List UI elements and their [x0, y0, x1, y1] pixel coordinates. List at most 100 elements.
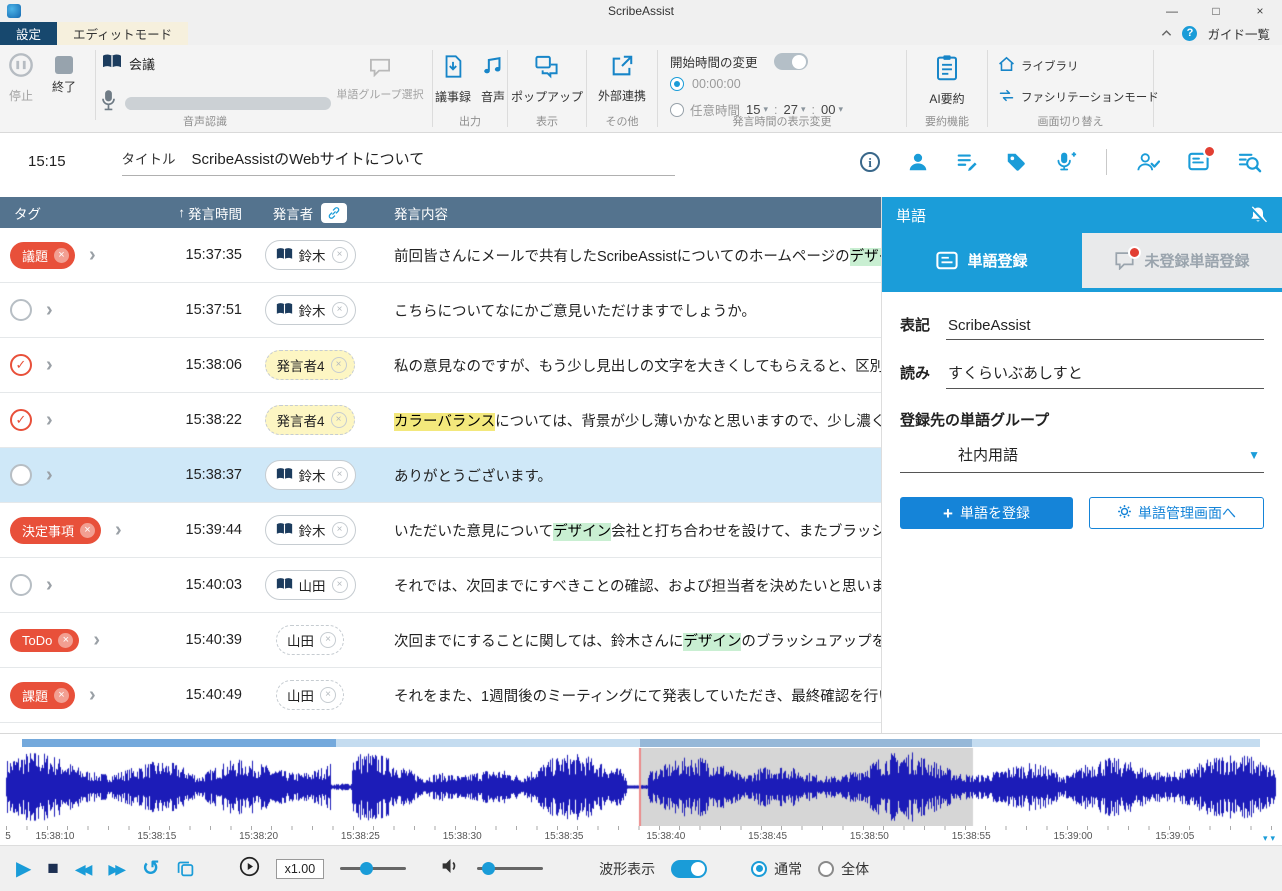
- expand-chevron-icon[interactable]: ›: [115, 520, 122, 540]
- ai-summary-button[interactable]: AI要約: [929, 54, 964, 107]
- volume-icon[interactable]: [440, 857, 461, 880]
- check-circle-icon[interactable]: ✓: [10, 409, 32, 431]
- utterance-text[interactable]: ありがとうございます。: [378, 465, 881, 486]
- remove-tag-icon[interactable]: ×: [54, 248, 69, 263]
- end-button[interactable]: 終了: [52, 52, 76, 95]
- speaker-chip[interactable]: 鈴木×: [265, 460, 356, 490]
- utterance-text[interactable]: それでは、次回までにすべきことの確認、および担当者を決めたいと思います。: [378, 575, 881, 596]
- minimize-button[interactable]: —: [1150, 0, 1194, 22]
- stop-button[interactable]: 停止: [8, 52, 34, 104]
- utterance-text[interactable]: 前回皆さんにメールで共有したScribeAssistについてのホームページのデザ…: [378, 245, 881, 266]
- expand-chevron-icon[interactable]: ›: [93, 630, 100, 650]
- utterance-text[interactable]: 私の意見なのですが、もう少し見出しの文字を大きくしてもらえると、区別がつきや: [378, 355, 881, 376]
- word-manage-button[interactable]: 単語管理画面へ: [1089, 497, 1264, 529]
- repeat-button[interactable]: ↺: [142, 858, 160, 879]
- help-icon[interactable]: ?: [1182, 26, 1197, 41]
- collapse-ribbon-icon[interactable]: [1161, 28, 1172, 40]
- transcript-row[interactable]: 決定事項×›15:39:44鈴木×いただいた意見についてデザイン会社と打ち合わせ…: [0, 503, 881, 558]
- mic-plus-icon[interactable]: [1054, 150, 1077, 173]
- audio-export-button[interactable]: 音声: [481, 54, 505, 105]
- empty-circle-icon[interactable]: [10, 299, 32, 321]
- remove-tag-icon[interactable]: ×: [58, 633, 73, 648]
- speaker-chip[interactable]: 山田×: [276, 680, 344, 710]
- stop-playback-button[interactable]: ■: [47, 859, 58, 878]
- expand-chevron-icon[interactable]: ›: [89, 685, 96, 705]
- mode-normal-radio[interactable]: 通常: [751, 859, 802, 879]
- utterance-text[interactable]: カラーバランスについては、背景が少し薄いかなと思いますので、少し濃くしていただ: [378, 410, 881, 431]
- remove-tag-icon[interactable]: ×: [80, 523, 95, 538]
- popup-button[interactable]: ポップアップ: [511, 54, 583, 105]
- volume-slider-thumb[interactable]: [482, 862, 495, 875]
- tag-badge[interactable]: 課題×: [10, 682, 75, 709]
- speaker-chip[interactable]: 鈴木×: [265, 240, 356, 270]
- remove-speaker-icon[interactable]: ×: [320, 632, 336, 648]
- tab-settings[interactable]: 設定: [0, 22, 57, 45]
- utterance-text[interactable]: こちらについてなにかご意見いただけますでしょうか。: [378, 300, 881, 321]
- utterance-text[interactable]: いただいた意見についてデザイン会社と打ち合わせを設けて、またブラッシュアップし: [378, 520, 881, 541]
- speaker-chip[interactable]: 鈴木×: [265, 295, 356, 325]
- timeline-scroll-icons[interactable]: ▾▾: [1263, 833, 1278, 844]
- edit-list-icon[interactable]: [956, 151, 978, 173]
- link-speaker-icon[interactable]: [321, 203, 347, 223]
- speaker-chip[interactable]: 鈴木×: [265, 515, 356, 545]
- volume-slider[interactable]: [477, 867, 543, 870]
- transcript-row[interactable]: 課題×›15:40:49山田×それをまた、1週間後のミーティングにて発表していた…: [0, 668, 881, 723]
- reading-input[interactable]: すくらいぶあしすと: [946, 360, 1264, 389]
- maximize-button[interactable]: □: [1194, 0, 1238, 22]
- waveform-minimap[interactable]: [22, 739, 1260, 747]
- transcript-row[interactable]: ToDo×›15:40:39山田×次回までにすることに関しては、鈴木さんにデザイ…: [0, 613, 881, 668]
- speaker-chip[interactable]: 発言者4×: [265, 405, 354, 435]
- audio-waveform[interactable]: [0, 748, 1282, 826]
- header-tag[interactable]: タグ: [0, 203, 150, 223]
- tag-icon[interactable]: [1005, 151, 1027, 173]
- remove-speaker-icon[interactable]: ×: [320, 687, 336, 703]
- copy-button[interactable]: [176, 859, 195, 878]
- word-group-select[interactable]: 社内用語 ▼: [900, 442, 1264, 473]
- transcript-row[interactable]: 議題×›15:37:35鈴木×前回皆さんにメールで共有したScribeAssis…: [0, 228, 881, 283]
- speaker-check-icon[interactable]: [1136, 151, 1160, 173]
- speaker-chip[interactable]: 山田×: [265, 570, 356, 600]
- minutes-export-button[interactable]: 議事録: [435, 54, 471, 105]
- utterance-text[interactable]: それをまた、1週間後のミーティングにて発表していただき、最終確認を行いたいと思: [378, 685, 881, 706]
- library-button[interactable]: ライブラリ: [998, 56, 1159, 75]
- check-circle-icon[interactable]: ✓: [10, 354, 32, 376]
- transcript-row[interactable]: ✓›15:38:06発言者4×私の意見なのですが、もう少し見出しの文字を大きくし…: [0, 338, 881, 393]
- expand-chevron-icon[interactable]: ›: [46, 300, 53, 320]
- header-time[interactable]: ↑ 発言時間: [150, 203, 242, 223]
- remove-speaker-icon[interactable]: ×: [332, 522, 348, 538]
- utterance-text[interactable]: 次回までにすることに関しては、鈴木さんにデザインのブラッシュアップを行っていただ: [378, 630, 881, 651]
- start-time-toggle[interactable]: [774, 53, 808, 70]
- speed-slider-thumb[interactable]: [360, 862, 373, 875]
- search-transcript-icon[interactable]: [1237, 150, 1262, 173]
- empty-circle-icon[interactable]: [10, 464, 32, 486]
- rewind-button[interactable]: ◀◀: [75, 862, 93, 876]
- word-panel-toggle-icon[interactable]: [1187, 150, 1210, 173]
- remove-speaker-icon[interactable]: ×: [332, 247, 348, 263]
- speaker-manage-icon[interactable]: [907, 151, 929, 173]
- word-group-select-button[interactable]: 単語グループ選択: [332, 57, 428, 102]
- close-button[interactable]: ×: [1238, 0, 1282, 22]
- header-speaker[interactable]: 発言者: [242, 203, 378, 223]
- transcript-row[interactable]: ✓›15:38:22発言者4×カラーバランスについては、背景が少し薄いかなと思い…: [0, 393, 881, 448]
- title-field[interactable]: タイトル ScribeAssistのWebサイトについて: [122, 148, 675, 176]
- speed-value[interactable]: x1.00: [276, 859, 325, 879]
- transcript-row[interactable]: ›15:40:03山田×それでは、次回までにすべきことの確認、および担当者を決め…: [0, 558, 881, 613]
- expand-chevron-icon[interactable]: ›: [46, 355, 53, 375]
- tag-badge[interactable]: 議題×: [10, 242, 75, 269]
- notification-off-icon[interactable]: [1248, 205, 1268, 225]
- external-link-button[interactable]: 外部連携: [598, 54, 646, 104]
- transcript-row[interactable]: ›15:38:37鈴木×ありがとうございます。: [0, 448, 881, 503]
- zero-time-radio[interactable]: [670, 77, 684, 91]
- tab-word-register[interactable]: 単語登録: [882, 233, 1082, 288]
- tab-unregistered-words[interactable]: 未登録単語登録: [1082, 233, 1282, 288]
- remove-speaker-icon[interactable]: ×: [331, 412, 347, 428]
- transcript-row[interactable]: ›15:37:51鈴木×こちらについてなにかご意見いただけますでしょうか。: [0, 283, 881, 338]
- register-word-button[interactable]: + 単語を登録: [900, 497, 1073, 529]
- expand-chevron-icon[interactable]: ›: [46, 575, 53, 595]
- tag-badge[interactable]: 決定事項×: [10, 517, 101, 544]
- expand-chevron-icon[interactable]: ›: [46, 410, 53, 430]
- fast-forward-button[interactable]: ▶▶: [108, 862, 126, 876]
- notation-input[interactable]: ScribeAssist: [946, 315, 1264, 340]
- remove-speaker-icon[interactable]: ×: [332, 577, 348, 593]
- tab-edit-mode[interactable]: エディットモード: [57, 22, 188, 45]
